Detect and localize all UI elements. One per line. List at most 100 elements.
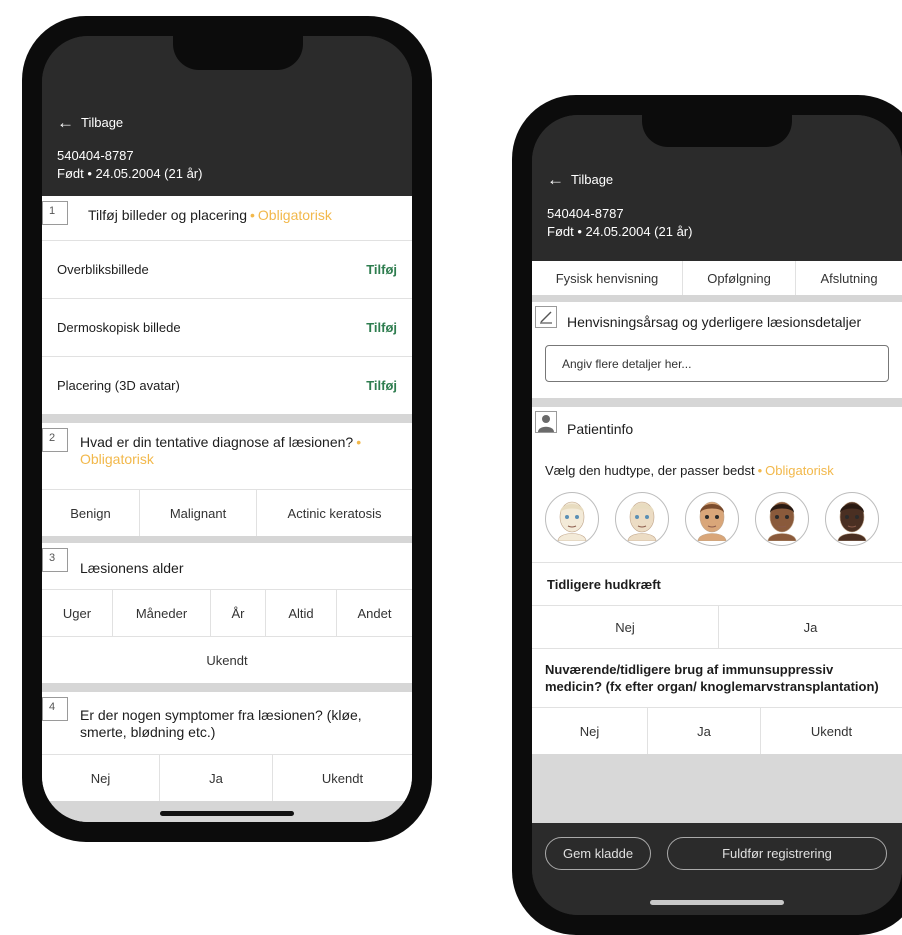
question-number: 4 <box>42 697 68 721</box>
age-options: Uger Måneder År Altid Andet <box>42 589 412 636</box>
immunosuppressive-options: Nej Ja Ukendt <box>532 707 902 754</box>
tab-afslutning[interactable]: Afslutning <box>795 261 902 295</box>
question-title: 2 Hvad er din tentative diagnose af læsi… <box>42 423 412 489</box>
option-benign[interactable]: Benign <box>42 490 139 536</box>
previous-skin-cancer-text: Tidligere hudkræft <box>547 576 661 592</box>
option-andet[interactable]: Andet <box>336 590 412 636</box>
left-phone: ← Tilbage 540404-8787 Født • 24.05.2004 … <box>22 16 432 842</box>
edit-icon <box>535 306 557 328</box>
notch <box>642 115 792 147</box>
face-icon <box>837 501 867 541</box>
skin-type-option-5[interactable] <box>825 492 879 546</box>
back-button[interactable]: ← Tilbage <box>57 114 123 131</box>
list-item[interactable]: Dermoskopisk billede Tilføj <box>42 298 412 356</box>
row-label: Placering (3D avatar) <box>57 378 180 393</box>
question-title: 3 Læsionens alder <box>42 543 412 589</box>
patient-info-title-text: Patientinfo <box>567 421 634 437</box>
right-content: Fysisk henvisning Opfølgning Afslutning … <box>532 261 902 823</box>
arrow-left-icon: ← <box>57 113 74 132</box>
divider <box>532 398 902 407</box>
immunosuppressive-title: Nuværende/tidligere brug af immunsuppres… <box>532 648 902 707</box>
referral-title-text: Henvisningsårsag og yderligere læsionsde… <box>567 314 862 330</box>
question-number: 2 <box>42 428 68 452</box>
skin-type-option-3[interactable] <box>685 492 739 546</box>
tab-opfolgning[interactable]: Opfølgning <box>682 261 795 295</box>
required-label: Obligatorisk <box>257 207 332 223</box>
required-label: Obligatorisk <box>80 451 154 467</box>
option-maneder[interactable]: Måneder <box>112 590 210 636</box>
option-nej[interactable]: Nej <box>42 755 159 801</box>
question-number: 1 <box>42 201 68 225</box>
patient-id: 540404-8787 <box>57 148 134 163</box>
option-ja[interactable]: Ja <box>718 606 902 648</box>
question-text: Læsionens alder <box>80 560 184 576</box>
face-icon <box>767 501 797 541</box>
skin-type-label: Vælg den hudtype, der passer bedst • Oblig… <box>545 463 834 478</box>
tab-fysisk-henvisning[interactable]: Fysisk henvisning <box>532 261 682 295</box>
face-icon <box>697 501 727 541</box>
option-uger[interactable]: Uger <box>42 590 112 636</box>
skin-cancer-options: Nej Ja <box>532 605 902 648</box>
skin-type-options <box>532 492 902 562</box>
patient-info: 540404-8787 Født • 24.05.2004 (21 år) <box>547 205 692 241</box>
left-content: 1 Tilføj billeder og placering • Obligator… <box>42 196 412 822</box>
question-text: Er der nogen symptomer fra læsionen? (kl… <box>80 707 362 740</box>
face-icon <box>557 501 587 541</box>
birth-info: Født • 24.05.2004 (21 år) <box>547 224 693 239</box>
divider <box>532 295 902 302</box>
required-label: Obligatorisk <box>765 463 834 478</box>
symptom-options: Nej Ja Ukendt <box>42 754 412 801</box>
option-altid[interactable]: Altid <box>265 590 336 636</box>
right-screen: ← Tilbage 540404-8787 Født • 24.05.2004 … <box>532 115 902 915</box>
person-icon <box>535 411 557 433</box>
option-actinic-keratosis[interactable]: Actinic keratosis <box>256 490 412 536</box>
home-indicator <box>650 900 784 905</box>
skin-type-option-2[interactable] <box>615 492 669 546</box>
question-number: 3 <box>42 548 68 572</box>
add-button[interactable]: Tilføj <box>366 378 397 393</box>
back-label: Tilbage <box>81 115 124 130</box>
option-ukendt[interactable]: Ukendt <box>42 637 412 683</box>
option-ukendt[interactable]: Ukendt <box>760 708 902 754</box>
arrow-left-icon: ← <box>547 170 564 189</box>
option-ukendt[interactable]: Ukendt <box>272 755 412 801</box>
save-draft-button[interactable]: Gem kladde <box>545 837 651 870</box>
referral-card: Henvisningsårsag og yderligere læsionsde… <box>532 302 902 398</box>
complete-registration-button[interactable]: Fuldfør registrering <box>667 837 887 870</box>
referral-details-input[interactable]: Angiv flere detaljer her... <box>545 345 889 382</box>
option-malignant[interactable]: Malignant <box>139 490 256 536</box>
skin-type-option-4[interactable] <box>755 492 809 546</box>
question-title: 4 Er der nogen symptomer fra læsionen? (… <box>42 692 412 754</box>
skin-type-option-1[interactable] <box>545 492 599 546</box>
list-item[interactable]: Placering (3D avatar) Tilføj <box>42 356 412 414</box>
notch <box>173 36 303 70</box>
list-item[interactable]: Overbliksbillede Tilføj <box>42 240 412 298</box>
patient-info: 540404-8787 Født • 24.05.2004 (21 år) <box>57 147 202 183</box>
option-nej[interactable]: Nej <box>532 606 718 648</box>
option-nej[interactable]: Nej <box>532 708 647 754</box>
option-ja[interactable]: Ja <box>647 708 760 754</box>
question-card-1: 1 Tilføj billeder og placering • Obligator… <box>42 196 412 414</box>
question-title: 1 Tilføj billeder og placering • Obligator… <box>42 196 412 240</box>
previous-skin-cancer-title: Tidligere hudkræft <box>532 562 902 605</box>
question-card-3: 3 Læsionens alder Uger Måneder År Altid … <box>42 543 412 683</box>
row-label: Dermoskopisk billede <box>57 320 181 335</box>
divider <box>42 536 412 543</box>
right-phone: ← Tilbage 540404-8787 Født • 24.05.2004 … <box>512 95 902 935</box>
question-text: Hvad er din tentative diagnose af læsion… <box>80 434 354 450</box>
row-label: Overbliksbillede <box>57 262 149 277</box>
patient-id: 540404-8787 <box>547 206 624 221</box>
option-ja[interactable]: Ja <box>159 755 272 801</box>
back-button[interactable]: ← Tilbage <box>547 171 613 188</box>
add-button[interactable]: Tilføj <box>366 262 397 277</box>
back-label: Tilbage <box>571 172 614 187</box>
birth-info: Født • 24.05.2004 (21 år) <box>57 166 203 181</box>
question-text: Tilføj billeder og placering <box>88 207 247 223</box>
option-ar[interactable]: År <box>210 590 265 636</box>
referral-title: Henvisningsårsag og yderligere læsionsde… <box>532 302 902 330</box>
add-button[interactable]: Tilføj <box>366 320 397 335</box>
tabs: Fysisk henvisning Opfølgning Afslutning <box>532 261 902 295</box>
question-card-4: 4 Er der nogen symptomer fra læsionen? (… <box>42 692 412 801</box>
divider <box>42 414 412 423</box>
patient-info-card: Patientinfo Vælg den hudtype, der passer… <box>532 407 902 754</box>
